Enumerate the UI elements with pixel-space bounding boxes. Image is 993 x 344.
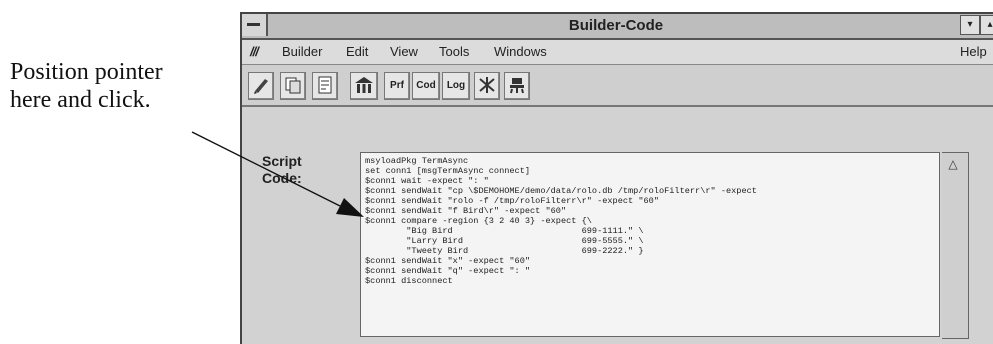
- menu-tools[interactable]: Tools: [439, 40, 469, 64]
- chevron-up-icon: ▴: [987, 19, 993, 30]
- callout-annotation: Position pointer here and click.: [10, 58, 230, 114]
- script-code-textarea[interactable]: msyloadPkg TermAsync set conn1 [msgTermAs…: [360, 152, 940, 337]
- code-line: set conn1 [msgTermAsync connect]: [365, 166, 531, 176]
- scroll-up-arrow-icon[interactable]: △: [944, 155, 962, 173]
- code-line: $conn1 sendWait "cp \$DEMOHOME/demo/data…: [365, 186, 757, 196]
- toolbar-button-copy[interactable]: [280, 72, 306, 100]
- editor-panel: Script Code: msyloadPkg TermAsync set con…: [242, 107, 993, 344]
- window-title: Builder-Code: [568, 17, 664, 34]
- callout-line-2: here and click.: [10, 87, 151, 113]
- person-icon: [510, 78, 524, 94]
- code-line: "Larry Bird 699-5555." \: [365, 236, 644, 246]
- toolbar-button-document[interactable]: [312, 72, 338, 100]
- toolbar-button-log[interactable]: Log: [442, 72, 470, 100]
- copy-icon: [285, 77, 301, 94]
- code-line: $conn1 sendWait "x" -expect "60": [365, 256, 531, 266]
- toolbar-button-prf[interactable]: Prf: [384, 72, 410, 100]
- menu-builder[interactable]: Builder: [282, 40, 322, 64]
- vertical-scrollbar[interactable]: △: [942, 152, 969, 339]
- code-line: $conn1 wait -expect ": ": [365, 176, 489, 186]
- label-line-1: Script: [262, 153, 302, 169]
- toolbar: Prf Cod Log: [242, 65, 993, 107]
- callout-line-1: Position pointer: [10, 59, 163, 85]
- menu-windows[interactable]: Windows: [494, 40, 547, 64]
- builder-code-window: Builder-Code ▾ ▴ /// Builder Edit View T…: [240, 12, 993, 344]
- label-line-2: Code:: [262, 170, 302, 186]
- chevron-down-icon: ▾: [967, 19, 973, 30]
- maximize-button[interactable]: ▴: [980, 15, 993, 35]
- pencil-icon: [254, 79, 268, 94]
- toolbar-button-tool[interactable]: [474, 72, 500, 100]
- toolbar-label-log: Log: [446, 80, 466, 91]
- title-bar: Builder-Code ▾ ▴: [242, 14, 993, 40]
- toolbar-label-prf: Prf: [390, 80, 404, 91]
- toolbar-button-cod[interactable]: Cod: [412, 72, 440, 100]
- menu-bar: /// Builder Edit View Tools Windows Help: [242, 40, 993, 65]
- document-icon: [318, 76, 332, 94]
- code-line: $conn1 sendWait "q" -expect ": ": [365, 266, 531, 276]
- toolbar-label-cod: Cod: [416, 80, 436, 91]
- minimize-button[interactable]: ▾: [960, 15, 980, 35]
- toolbar-button-edit[interactable]: [248, 72, 274, 100]
- menu-view[interactable]: View: [390, 40, 418, 64]
- code-line: $conn1 compare -region {3 2 40 3} -expec…: [365, 216, 592, 226]
- app-logo-icon: ///: [250, 44, 259, 59]
- toolbar-button-builder[interactable]: [350, 72, 378, 100]
- building-icon: [355, 77, 373, 93]
- code-line: msyloadPkg TermAsync: [365, 156, 469, 166]
- toolbar-button-person[interactable]: [504, 72, 530, 100]
- system-menu-button[interactable]: [242, 14, 268, 36]
- script-code-label: Script Code:: [262, 153, 302, 187]
- code-line: "Tweety Bird 699-2222." }: [365, 246, 644, 256]
- code-line: $conn1 sendWait "f Bird\r" -expect "60": [365, 206, 567, 216]
- menu-edit[interactable]: Edit: [346, 40, 368, 64]
- menu-help[interactable]: Help: [960, 40, 987, 64]
- code-line: $conn1 sendWait "rolo -f /tmp/roloFilter…: [365, 196, 659, 206]
- code-line: $conn1 disconnect: [365, 276, 453, 286]
- code-line: "Big Bird 699-1111." \: [365, 226, 644, 236]
- tool-icon: [479, 77, 495, 93]
